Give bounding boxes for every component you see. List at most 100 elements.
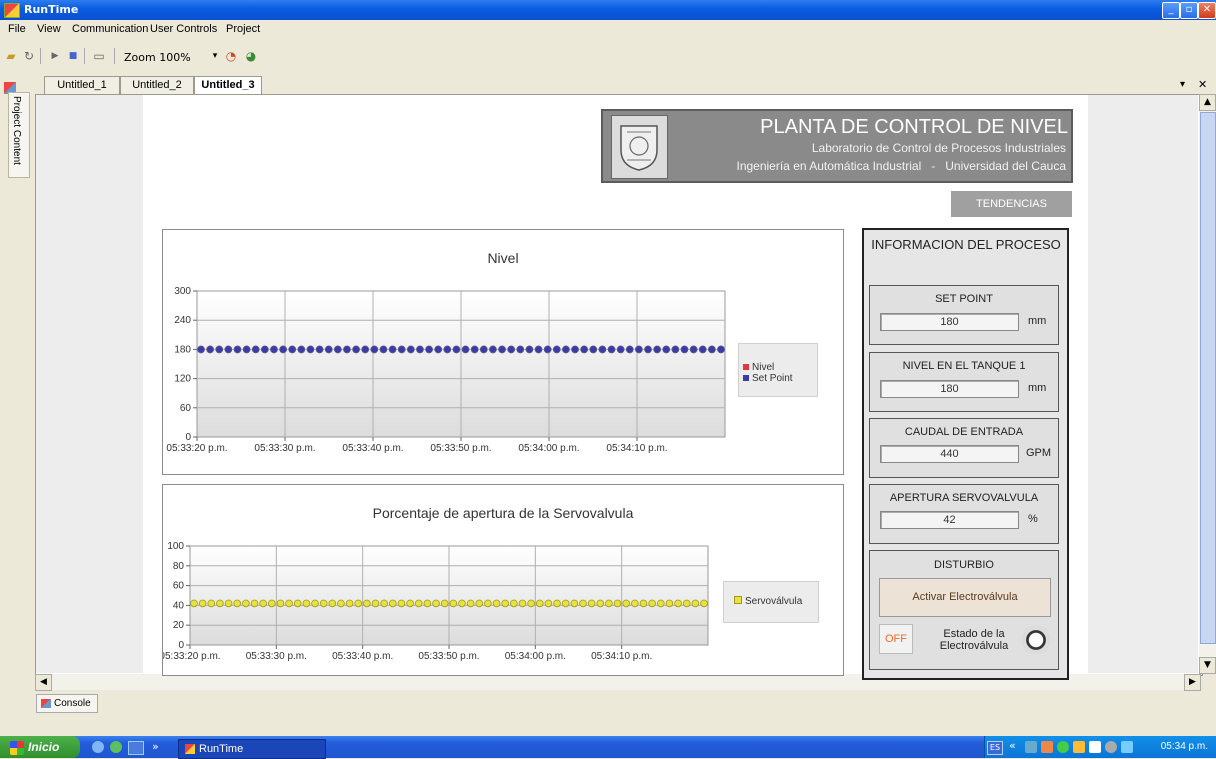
data-point <box>527 599 535 608</box>
data-point <box>397 599 406 608</box>
apertura-field[interactable]: 42 <box>880 511 1019 529</box>
data-point <box>484 599 492 608</box>
data-point <box>279 345 287 354</box>
data-point <box>596 599 605 608</box>
update-tray-icon[interactable] <box>1057 741 1069 753</box>
data-point <box>250 599 259 608</box>
refresh-icon[interactable]: ↻ <box>22 49 36 63</box>
console-tab[interactable]: Console <box>36 694 98 713</box>
zoom-out-icon[interactable]: ◔ <box>224 49 238 63</box>
scroll-left-icon[interactable]: ◀ <box>35 674 52 691</box>
open-folder-icon[interactable]: ▰ <box>4 49 18 63</box>
tab-untitled-2[interactable]: Untitled_2 <box>120 76 194 95</box>
data-point <box>662 345 671 354</box>
app-icon <box>4 3 20 18</box>
desktop-quicklaunch-icon[interactable] <box>128 741 144 755</box>
tab-untitled-3[interactable]: Untitled_3 <box>194 76 262 96</box>
scroll-down-icon[interactable]: ▼ <box>1199 657 1216 674</box>
zoom-label[interactable]: Zoom 100% <box>124 51 191 64</box>
project-content-tab[interactable]: Project Content <box>8 92 30 178</box>
menu-bar: File View Communication User Controls Pr… <box>0 20 1216 40</box>
data-point <box>489 345 497 354</box>
data-point <box>525 345 534 354</box>
tendencias-button[interactable]: TENDENCIAS <box>951 191 1072 217</box>
menu-view[interactable]: View <box>37 23 61 35</box>
data-point <box>259 599 267 608</box>
menu-file[interactable]: File <box>8 23 26 35</box>
data-point <box>224 345 233 354</box>
close-button[interactable]: ✕ <box>1198 2 1216 19</box>
data-point <box>276 599 285 608</box>
data-point <box>363 599 371 608</box>
data-point <box>579 599 587 608</box>
data-point <box>671 345 680 354</box>
browser-quicklaunch-icon[interactable] <box>92 741 104 753</box>
comment-icon[interactable]: ▭ <box>92 49 106 63</box>
security-tray-icon[interactable] <box>1041 741 1053 753</box>
data-point <box>501 599 509 608</box>
taskbar-item-runtime[interactable]: RunTime <box>178 739 326 759</box>
x-tick-label: 05:33:50 p.m. <box>430 443 491 454</box>
tray-expand-icon[interactable]: « <box>1009 739 1016 752</box>
data-point <box>352 345 360 354</box>
x-tick-label: 05:33:40 p.m. <box>342 443 403 454</box>
menu-communication[interactable]: Communication <box>72 23 148 35</box>
data-point <box>416 345 424 354</box>
quicklaunch-more-icon[interactable]: » <box>152 740 159 753</box>
data-point <box>674 599 682 608</box>
data-point <box>319 599 328 608</box>
data-point <box>288 345 297 354</box>
data-point <box>354 599 363 608</box>
data-point <box>251 345 260 354</box>
mail-tray-icon[interactable] <box>1089 741 1101 753</box>
data-point <box>544 599 553 608</box>
data-point <box>534 345 543 354</box>
language-indicator[interactable]: ES <box>987 741 1003 755</box>
vertical-scroll-thumb[interactable] <box>1200 112 1216 644</box>
zoom-dropdown-icon[interactable]: ▾ <box>208 49 222 63</box>
tab-close-icon[interactable]: ✕ <box>1198 78 1207 91</box>
stop-icon[interactable]: ■ <box>66 49 80 63</box>
caudal-field[interactable]: 440 <box>880 445 1019 463</box>
data-point <box>337 599 345 608</box>
data-point <box>361 345 370 354</box>
off-toggle-button[interactable]: OFF <box>879 624 913 654</box>
nivel-tanque-field[interactable]: 180 <box>880 380 1019 398</box>
setpoint-field[interactable]: 180 <box>880 313 1019 331</box>
data-point <box>233 345 242 354</box>
vertical-scrollbar[interactable]: ▲ ▼ <box>1199 94 1216 674</box>
app-quicklaunch-icon[interactable] <box>110 741 122 753</box>
data-point <box>458 599 466 608</box>
data-point <box>717 345 725 354</box>
play-icon[interactable]: ▶ <box>48 49 62 63</box>
toolbar: ▰ ↻ ▶ ■ ▭ Zoom 100% ▾ ◔ ◕ <box>0 44 1216 68</box>
menu-project[interactable]: Project <box>226 23 260 35</box>
activar-electrovalvula-button[interactable]: Activar Electroválvula <box>879 578 1051 617</box>
scroll-up-icon[interactable]: ▲ <box>1199 94 1216 111</box>
data-point <box>370 345 379 354</box>
tab-list-dropdown-icon[interactable]: ▾ <box>1180 79 1185 90</box>
menu-user-controls[interactable]: User Controls <box>150 23 217 35</box>
data-point <box>261 345 269 354</box>
minimize-button[interactable]: _ <box>1162 2 1180 19</box>
chart-nivel-legend: Nivel Set Point <box>738 343 818 397</box>
legend-item-nivel: Nivel <box>743 362 774 373</box>
app-tray-icon[interactable] <box>1073 741 1085 753</box>
scroll-right-icon[interactable]: ▶ <box>1184 674 1201 691</box>
data-point <box>580 345 588 354</box>
y-tick-label: 0 <box>185 432 191 443</box>
volume-tray-icon[interactable] <box>1121 741 1133 753</box>
network-tray-icon[interactable] <box>1025 741 1037 753</box>
maximize-button[interactable]: ▫ <box>1180 2 1198 19</box>
data-point <box>535 599 544 608</box>
antivirus-tray-icon[interactable] <box>1105 741 1117 753</box>
toolbar-separator <box>84 48 85 64</box>
tab-untitled-1[interactable]: Untitled_1 <box>44 76 120 95</box>
data-point <box>423 599 432 608</box>
zoom-in-icon[interactable]: ◕ <box>244 49 258 63</box>
start-button[interactable]: Inicio <box>0 736 80 758</box>
data-point <box>343 345 351 354</box>
data-point <box>302 599 311 608</box>
y-tick-label: 20 <box>173 620 185 631</box>
data-point <box>689 345 698 354</box>
